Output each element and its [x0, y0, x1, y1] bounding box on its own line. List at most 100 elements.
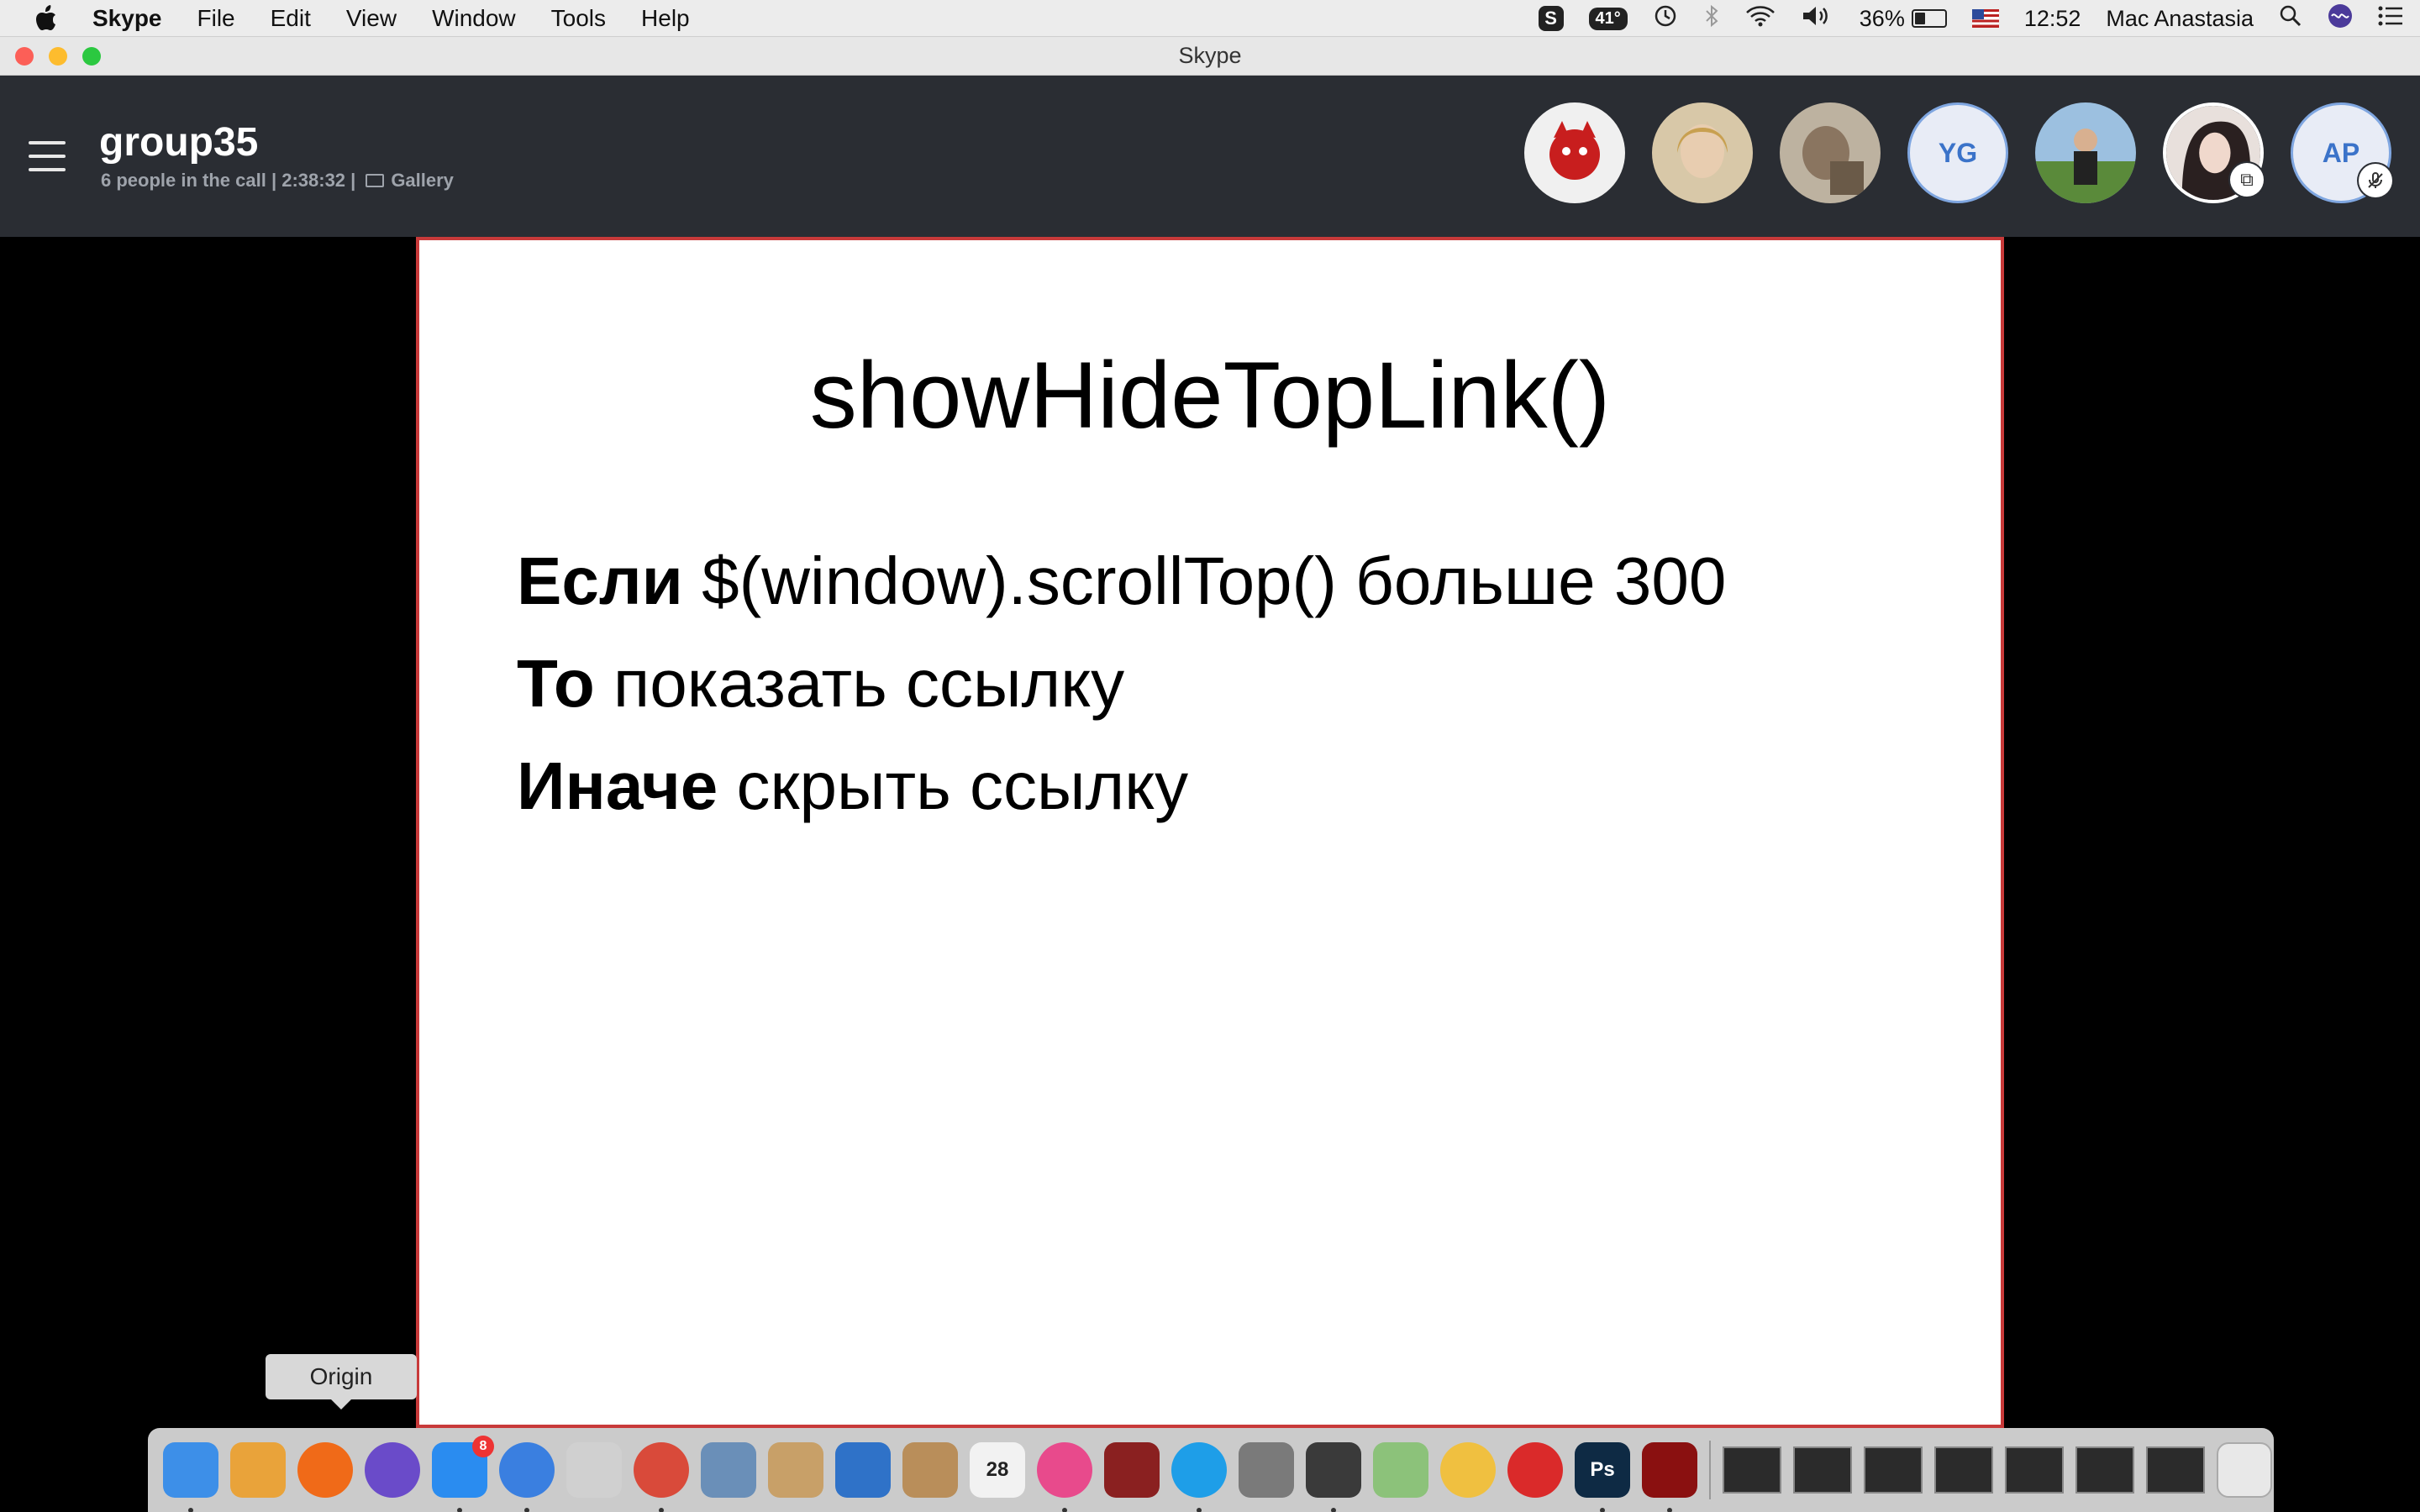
launchpad-dock-icon[interactable] — [566, 1442, 622, 1498]
contacts-dock-icon[interactable] — [902, 1442, 958, 1498]
calendar-dock-icon[interactable]: 28 — [970, 1442, 1025, 1498]
dock-separator — [1709, 1441, 1711, 1499]
slide-body: Если $(window).scrollTop() больше 300 То… — [517, 530, 1726, 837]
minimized-window-thumbnail[interactable] — [1793, 1446, 1852, 1494]
notification-center-icon[interactable] — [2378, 6, 2403, 32]
slide-text: $(window).scrollTop() больше 300 — [682, 543, 1727, 618]
minimize-window-button[interactable] — [49, 47, 67, 66]
participant-avatar[interactable] — [1652, 102, 1753, 203]
running-indicator — [524, 1508, 529, 1512]
running-indicator — [188, 1508, 193, 1512]
participant-avatar[interactable] — [1524, 102, 1625, 203]
apple-menu-icon[interactable] — [0, 4, 92, 32]
time-machine-icon[interactable] — [1653, 3, 1678, 34]
system-preferences-dock-icon[interactable] — [1239, 1442, 1294, 1498]
mic-muted-icon — [2359, 164, 2392, 197]
skype-dock-icon[interactable] — [1171, 1442, 1227, 1512]
trash-icon[interactable] — [2217, 1442, 2272, 1498]
running-indicator — [457, 1508, 462, 1512]
dock-tooltip: Origin — [266, 1354, 417, 1410]
notification-badge: 8 — [472, 1436, 494, 1457]
app-store-dock-icon[interactable]: 8 — [432, 1436, 494, 1512]
slide-line: Иначе скрыть ссылку — [517, 735, 1726, 837]
battery-indicator[interactable]: 36% — [1860, 6, 1947, 32]
running-indicator — [659, 1508, 664, 1512]
slide-title: showHideTopLink() — [809, 343, 1611, 448]
participant-avatar-initials[interactable]: YG — [1907, 102, 2008, 203]
bluetooth-icon[interactable] — [1703, 3, 1720, 34]
window-title: Skype — [1178, 43, 1242, 68]
menu-edit[interactable]: Edit — [271, 5, 311, 32]
chrome-dock-icon[interactable] — [634, 1442, 689, 1512]
participant-avatar[interactable] — [1780, 102, 1881, 203]
sublime-text-dock-icon[interactable] — [1306, 1442, 1361, 1512]
hamburger-menu-icon[interactable] — [29, 141, 66, 171]
menu-file[interactable]: File — [197, 5, 235, 32]
wifi-icon[interactable] — [1745, 4, 1776, 34]
call-status: 6 people in the call | 2:38:32 | — [101, 170, 356, 191]
participant-avatar[interactable] — [2035, 102, 2136, 203]
running-indicator — [1331, 1508, 1336, 1512]
participant-initials: AP — [2322, 137, 2360, 168]
menu-user[interactable]: Mac Anastasia — [2106, 6, 2254, 32]
battery-level — [1914, 13, 1926, 24]
call-info: 6 people in the call | 2:38:32 | Gallery — [101, 170, 454, 192]
minimized-window-thumbnail[interactable] — [2005, 1446, 2064, 1494]
running-indicator — [1062, 1508, 1067, 1512]
spotlight-search-icon[interactable] — [2279, 4, 2302, 34]
slide-line: То показать ссылку — [517, 633, 1726, 735]
menu-view[interactable]: View — [346, 5, 397, 32]
minimized-window-thumbnail[interactable] — [1864, 1446, 1923, 1494]
gallery-view-button[interactable]: Gallery — [366, 170, 454, 192]
battery-icon — [1911, 9, 1947, 28]
itunes-dock-icon[interactable] — [1037, 1442, 1092, 1512]
screen-share-icon: ⧉ — [2230, 163, 2264, 197]
menu-tools[interactable]: Tools — [551, 5, 606, 32]
slide-line: Если $(window).scrollTop() больше 300 — [517, 530, 1726, 633]
skype-status-icon[interactable]: S — [1538, 6, 1564, 31]
zoom-window-button[interactable] — [82, 47, 101, 66]
menu-app-name[interactable]: Skype — [92, 5, 162, 32]
minimized-window-thumbnail[interactable] — [2075, 1446, 2134, 1494]
preview-dock-icon[interactable] — [701, 1442, 756, 1498]
acrobat-dock-icon[interactable] — [1642, 1442, 1697, 1512]
running-indicator — [1197, 1508, 1202, 1512]
input-source-flag-icon[interactable] — [1971, 9, 1999, 28]
siri-icon[interactable] — [2328, 3, 2353, 34]
menu-clock[interactable]: 12:52 — [2024, 6, 2081, 32]
text-editor-dock-icon[interactable] — [230, 1442, 286, 1498]
maps-dock-icon[interactable] — [1373, 1442, 1428, 1498]
photo-booth-dock-icon[interactable] — [1104, 1442, 1160, 1498]
creative-cloud-dock-icon[interactable] — [1507, 1442, 1563, 1498]
photoshop-dock-icon[interactable]: Ps — [1575, 1442, 1630, 1512]
window-controls — [15, 47, 101, 66]
participant-avatar-selected[interactable]: ⧉ — [2163, 102, 2264, 203]
weather-status[interactable]: 41° — [1588, 7, 1628, 30]
mail-bird-dock-icon[interactable] — [835, 1442, 891, 1498]
menu-window[interactable]: Window — [432, 5, 516, 32]
photos-dock-icon[interactable] — [1440, 1442, 1496, 1498]
origin-dock-icon[interactable] — [297, 1442, 353, 1498]
volume-icon[interactable] — [1801, 4, 1834, 34]
participant-avatar-initials[interactable]: AP — [2291, 102, 2392, 203]
minimized-window-thumbnail[interactable] — [1934, 1446, 1993, 1494]
files-dock-icon[interactable] — [768, 1442, 823, 1498]
minimized-window-thumbnail[interactable] — [1723, 1446, 1781, 1494]
participant-strip: YG ⧉ AP — [1524, 102, 2392, 203]
finder-dock-icon[interactable] — [163, 1442, 218, 1512]
menu-help[interactable]: Help — [641, 5, 690, 32]
slide-text: показать ссылку — [594, 646, 1125, 721]
close-window-button[interactable] — [15, 47, 34, 66]
shared-screen-stage: showHideTopLink() Если $(window).scrollT… — [0, 237, 2420, 1428]
running-indicator — [1667, 1508, 1672, 1512]
dock: 8 28 Ps — [148, 1428, 2274, 1512]
gallery-label: Gallery — [391, 170, 454, 191]
safari-dock-icon[interactable] — [499, 1442, 555, 1512]
gallery-icon — [366, 174, 385, 187]
slide-keyword: То — [517, 646, 595, 721]
slide-keyword: Если — [517, 543, 683, 618]
minimized-window-thumbnail[interactable] — [2146, 1446, 2205, 1494]
presentation-slide: showHideTopLink() Если $(window).scrollT… — [416, 237, 2004, 1428]
slide-keyword: Иначе — [517, 748, 718, 823]
siri-dock-icon[interactable] — [365, 1442, 420, 1498]
